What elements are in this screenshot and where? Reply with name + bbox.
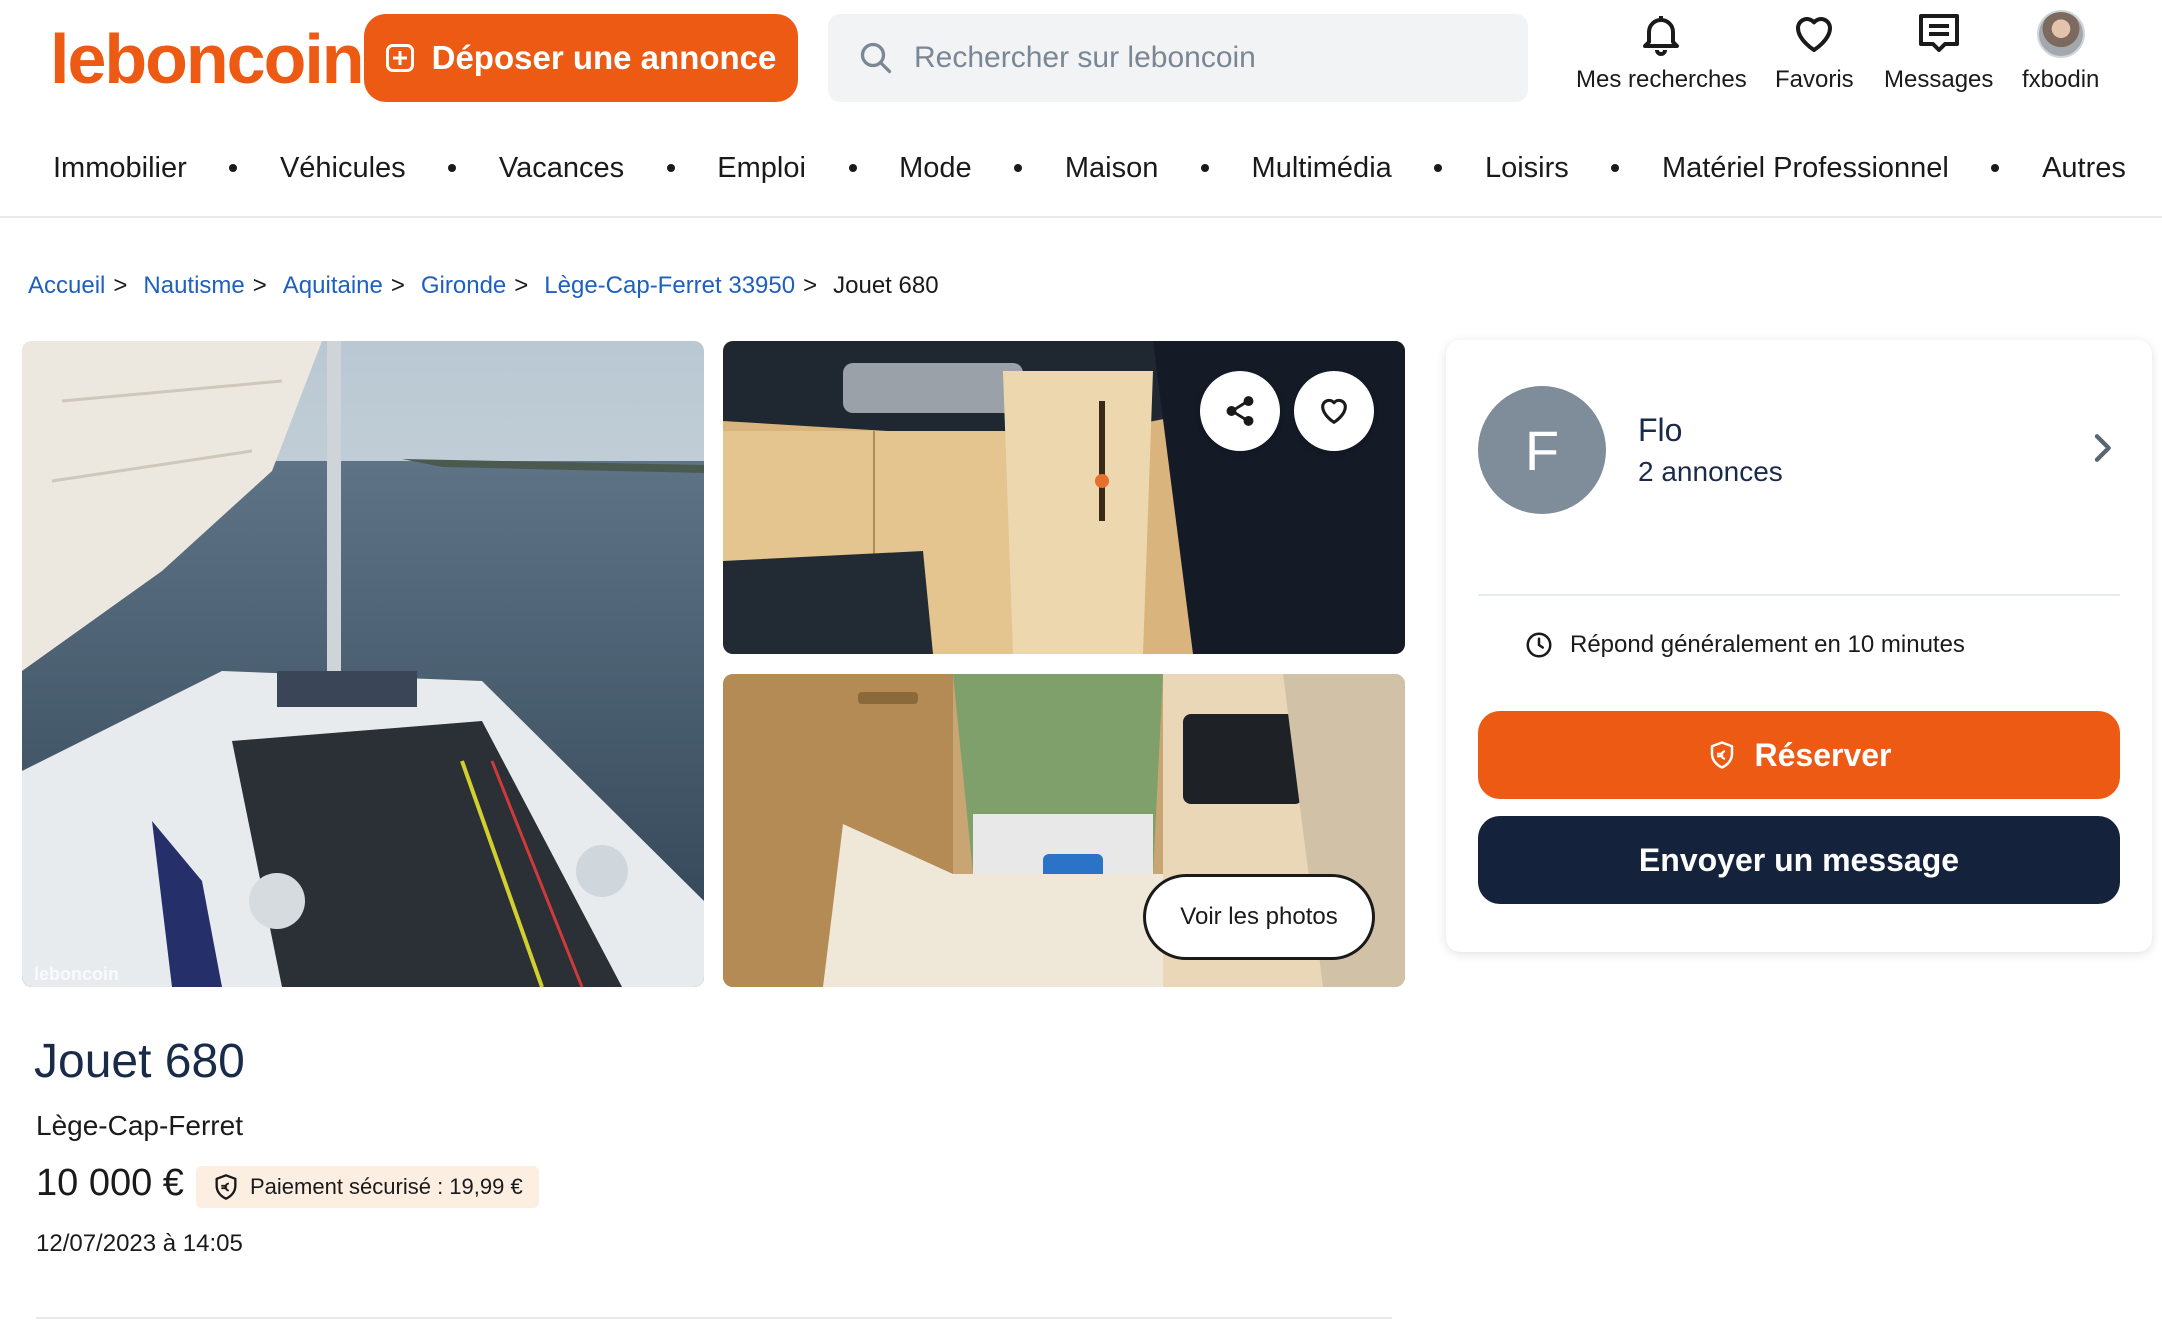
category-nav: Immobilier Véhicules Vacances Emploi Mod… — [0, 140, 2162, 196]
category-separator — [666, 164, 675, 172]
favorites-label: Favoris — [1775, 66, 1854, 93]
my-searches-label: Mes recherches — [1576, 66, 1747, 93]
listing-date: 12/07/2023 à 14:05 — [36, 1230, 243, 1257]
category-separator — [1200, 164, 1209, 172]
breadcrumb-separator: > — [803, 272, 818, 299]
breadcrumb-gironde[interactable]: Gironde — [421, 272, 506, 300]
site-header: leboncoin Déposer une annonce Mes recher… — [0, 0, 2162, 218]
category-emploi[interactable]: Emploi — [717, 152, 806, 185]
listing-title: Jouet 680 — [34, 1035, 245, 1088]
seller-ads-count[interactable]: 2 annonces — [1638, 456, 1783, 488]
breadcrumb-aquitaine[interactable]: Aquitaine — [283, 272, 383, 300]
listing-price: 10 000 € — [36, 1162, 184, 1204]
breadcrumb-separator: > — [252, 272, 267, 299]
main-photo[interactable]: leboncoin — [22, 341, 704, 987]
breadcrumb-current: Jouet 680 — [833, 272, 939, 299]
category-immobilier[interactable]: Immobilier — [53, 152, 187, 185]
search-input[interactable] — [914, 41, 1514, 75]
secure-payment-badge: Paiement sécurisé : 19,99 € — [196, 1166, 539, 1208]
photo-watermark: leboncoin — [34, 964, 119, 984]
secure-payment-label: Paiement sécurisé : 19,99 € — [250, 1174, 523, 1199]
card-divider — [1478, 594, 2120, 596]
category-loisirs[interactable]: Loisirs — [1485, 152, 1569, 185]
send-message-button[interactable]: Envoyer un message — [1478, 816, 2120, 904]
section-divider — [36, 1317, 1392, 1319]
breadcrumb-nautisme[interactable]: Nautisme — [143, 272, 244, 300]
category-separator — [1611, 164, 1620, 172]
messages-label: Messages — [1884, 66, 1994, 93]
deposit-ad-button[interactable]: Déposer une annonce — [364, 14, 798, 102]
category-separator — [1434, 164, 1443, 172]
response-time: Répond généralement en 10 minutes — [1524, 630, 1965, 660]
category-vacances[interactable]: Vacances — [499, 152, 624, 185]
heart-icon — [1321, 398, 1347, 424]
favorite-button[interactable] — [1294, 371, 1374, 451]
response-time-label: Répond généralement en 10 minutes — [1570, 631, 1965, 658]
category-multimedia[interactable]: Multimédia — [1252, 152, 1392, 185]
category-separator — [1991, 164, 2000, 172]
share-icon — [1226, 396, 1254, 426]
breadcrumb-accueil[interactable]: Accueil — [28, 272, 105, 300]
shield-euro-icon — [215, 1174, 237, 1200]
favorites-link[interactable]: Favoris — [1775, 10, 1854, 94]
seller-avatar[interactable]: F — [1478, 386, 1606, 514]
reserve-label: Réserver — [1754, 736, 1892, 773]
category-vehicules[interactable]: Véhicules — [280, 152, 406, 185]
category-materiel-professionnel[interactable]: Matériel Professionnel — [1662, 152, 1949, 185]
view-photos-button[interactable]: Voir les photos — [1143, 874, 1375, 960]
search-icon — [860, 42, 892, 74]
heart-icon — [1796, 17, 1833, 52]
my-searches-link[interactable]: Mes recherches — [1576, 10, 1747, 94]
category-mode[interactable]: Mode — [899, 152, 972, 185]
category-separator — [229, 164, 238, 172]
search-bar[interactable] — [828, 14, 1528, 102]
breadcrumb-separator: > — [113, 272, 128, 299]
category-maison[interactable]: Maison — [1065, 152, 1159, 185]
seller-name[interactable]: Flo — [1638, 412, 1682, 449]
category-separator — [848, 164, 857, 172]
bell-icon — [1643, 16, 1680, 56]
share-button[interactable] — [1200, 371, 1280, 451]
plus-square-icon — [385, 44, 414, 72]
user-avatar — [2036, 10, 2085, 58]
leboncoin-logo[interactable]: leboncoin — [50, 14, 365, 104]
chevron-right-icon[interactable] — [2082, 428, 2122, 468]
clock-icon — [1526, 632, 1552, 658]
deposit-ad-label: Déposer une annonce — [431, 39, 777, 76]
breadcrumb-separator: > — [514, 272, 529, 299]
messages-link[interactable]: Messages — [1884, 10, 1993, 94]
listing-location[interactable]: Lège-Cap-Ferret — [36, 1110, 243, 1142]
breadcrumb-lege-cap-ferret[interactable]: Lège-Cap-Ferret 33950 — [544, 272, 795, 300]
reserve-button[interactable]: Réserver — [1478, 711, 2120, 799]
category-separator — [448, 164, 457, 172]
category-separator — [1014, 164, 1023, 172]
breadcrumb: Accueil > Nautisme > Aquitaine > Gironde > L… — [28, 272, 939, 300]
seller-card: F Flo 2 annonces Répond généralement en … — [1446, 340, 2152, 952]
shield-euro-icon — [1710, 741, 1733, 769]
message-icon — [1918, 14, 1959, 52]
account-link[interactable]: fxbodin — [2022, 10, 2099, 94]
category-autres[interactable]: Autres — [2042, 152, 2126, 185]
breadcrumb-separator: > — [390, 272, 405, 299]
account-label: fxbodin — [2022, 66, 2100, 93]
sailboat-deck-image — [22, 341, 704, 987]
